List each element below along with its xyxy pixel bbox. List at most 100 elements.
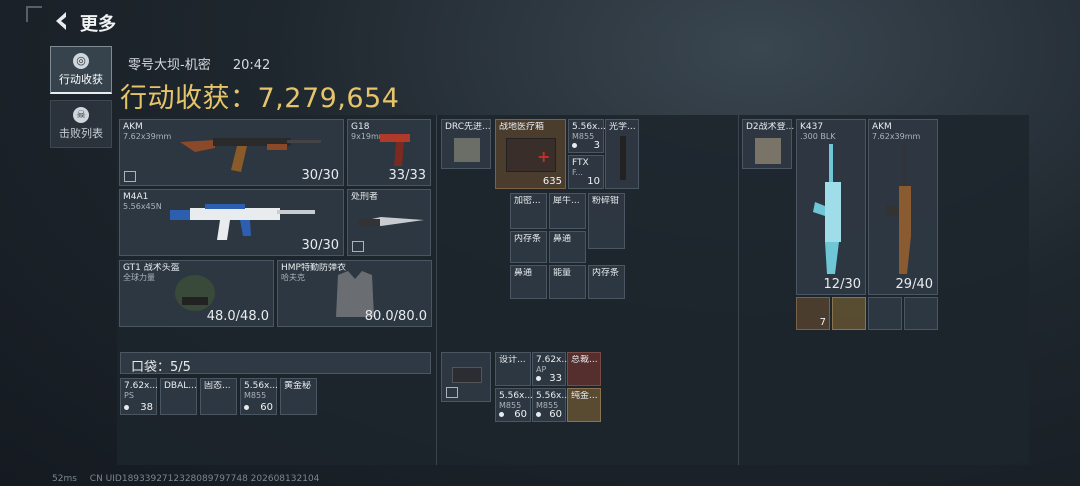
lock-icon <box>446 387 458 398</box>
rig-item[interactable]: 光学... <box>605 119 639 189</box>
safe-item[interactable]: 7 <box>796 297 830 330</box>
weapon-name: AKM <box>123 122 143 132</box>
tab-kill-list[interactable]: ☠ 击败列表 <box>50 100 112 148</box>
backpack-item[interactable]: 7.62x... AP 33 <box>532 352 570 386</box>
ammo-count: 12/30 <box>823 277 861 292</box>
rifle-icon <box>813 144 841 274</box>
rig-sub-item[interactable]: 鼻通 <box>510 265 547 299</box>
item-sub: F... <box>572 168 583 177</box>
rig-item[interactable]: 战地医疗箱 + 635 <box>495 119 566 189</box>
cross-icon: + <box>537 147 551 166</box>
rig-item[interactable]: FTX F... 10 <box>568 155 604 189</box>
rig-icon <box>454 138 480 162</box>
dot-icon <box>499 412 504 417</box>
raid-info: 零号大坝-机密 20:42 <box>128 54 288 73</box>
weapon-caliber: 7.62x39mm <box>872 132 921 141</box>
armor-slot[interactable]: HMP特勤防弹衣 哈夫克 80.0/80.0 <box>277 260 432 327</box>
item-count: 38 <box>140 402 153 413</box>
safe-weapon-slot[interactable]: AKM 7.62x39mm 29/40 <box>868 119 938 295</box>
backpack-item[interactable]: 设计... <box>495 352 531 386</box>
item-name: 纯金... <box>571 391 598 401</box>
rifle-icon <box>885 144 911 274</box>
backpack-icon <box>452 367 482 383</box>
safe-item[interactable] <box>832 297 866 330</box>
item-count: 60 <box>260 402 273 413</box>
item-name: 7.62x... <box>124 381 158 391</box>
helmet-brand: 全球力量 <box>123 273 155 282</box>
column-divider <box>436 115 437 465</box>
armor-brand: 哈夫克 <box>281 273 305 282</box>
chest-rig-slot[interactable]: DRC先进... <box>441 119 491 169</box>
pocket-item[interactable]: 5.56x... M855 60 <box>240 378 278 415</box>
rig-sub-item[interactable]: 加密... <box>510 193 547 229</box>
safe-item[interactable] <box>904 297 938 330</box>
item-name: 内存条 <box>514 234 542 244</box>
ammo-count: 30/30 <box>301 238 339 253</box>
tab-loot[interactable]: ◎ 行动收获 <box>50 46 112 94</box>
item-count: 33 <box>549 373 562 384</box>
signal-ping: 52ms <box>52 474 77 484</box>
item-name: 能量 <box>553 268 572 278</box>
helmet-durability: 48.0/48.0 <box>206 309 269 324</box>
weapon-caliber: .300 BLK <box>800 132 836 141</box>
item-name: 5.56x... <box>536 391 570 401</box>
item-name: 黄金秘 <box>284 381 312 391</box>
secondary-weapon-slot[interactable]: M4A1 5.56x45N 30/30 <box>119 189 344 256</box>
pocket-item[interactable]: DBAL... <box>160 378 197 415</box>
player-uid: CN UID1893392712328089797748 20260813210… <box>89 474 320 484</box>
rig-sub-item[interactable]: 能量 <box>549 265 586 299</box>
pocket-label: 口袋：5/5 <box>131 360 191 375</box>
pocket-item[interactable]: 固态... <box>200 378 237 415</box>
rig-sub-item[interactable]: 鼻通 <box>549 231 586 263</box>
item-count: 60 <box>514 409 527 420</box>
item-name: 内存条 <box>592 268 620 278</box>
item-count: 3 <box>593 140 600 151</box>
backpack-item[interactable]: 5.56x... M855 60 <box>532 388 570 422</box>
item-count: 7 <box>819 317 826 328</box>
ammo-count: 33/33 <box>388 168 426 183</box>
backpack-item[interactable]: 5.56x... M855 60 <box>495 388 533 422</box>
tab-kill-list-label: 击败列表 <box>59 127 103 140</box>
melee-slot[interactable]: 处刑者 <box>347 189 431 256</box>
ammo-count: 30/30 <box>301 168 339 183</box>
item-sub: PS <box>124 391 134 400</box>
bag-name: D2战术登... <box>746 122 795 132</box>
rig-sub-item[interactable]: 犀牛... <box>549 193 586 229</box>
rig-item[interactable]: 5.56x... M855 3 <box>568 119 606 153</box>
item-sub: M855 <box>572 132 595 141</box>
lock-icon <box>352 241 364 252</box>
safe-weapon-slot[interactable]: K437 .300 BLK 12/30 <box>796 119 866 295</box>
item-name: 5.56x... <box>499 391 533 401</box>
item-name: 粉碎钳 <box>592 196 620 206</box>
pistol-slot[interactable]: G18 9x19mm 33/33 <box>347 119 431 186</box>
scope-icon <box>620 136 626 180</box>
pocket-item[interactable]: 黄金秘 <box>280 378 317 415</box>
pocket-item[interactable]: 7.62x... PS 38 <box>120 378 158 415</box>
rig-name: DRC先进... <box>445 122 491 132</box>
item-name: 固态... <box>204 381 231 391</box>
page-title: 更多 <box>80 14 116 35</box>
tab-loot-label: 行动收获 <box>59 73 103 86</box>
item-name: 犀牛... <box>553 196 580 206</box>
weapon-name: AKM <box>872 122 892 132</box>
raid-time: 20:42 <box>232 58 271 73</box>
safe-bag-slot[interactable]: D2战术登... <box>742 119 795 169</box>
primary-weapon-slot[interactable]: AKM 7.62x39mm 30/30 <box>119 119 344 186</box>
item-name: 7.62x... <box>536 355 570 365</box>
weapon-caliber: 5.56x45N <box>123 202 162 211</box>
rig-sub-item[interactable]: 粉碎钳 <box>588 193 625 249</box>
rig-sub-item[interactable]: 内存条 <box>588 265 625 299</box>
item-name: FTX <box>572 158 589 168</box>
backpack-slot[interactable] <box>441 352 491 402</box>
rig-sub-item[interactable]: 内存条 <box>510 231 547 263</box>
safe-item[interactable] <box>868 297 902 330</box>
backpack-item[interactable]: 纯金... <box>567 388 601 422</box>
item-count: 635 <box>542 176 562 187</box>
item-name: 设计... <box>499 355 526 365</box>
weapon-caliber: 7.62x39mm <box>123 132 172 141</box>
helmet-slot[interactable]: GT1 战术头盔 全球力量 48.0/48.0 <box>119 260 274 327</box>
back-icon[interactable] <box>52 10 72 32</box>
dot-icon <box>572 143 577 148</box>
backpack-item[interactable]: 总裁... <box>567 352 601 386</box>
item-name: 鼻通 <box>514 268 533 278</box>
